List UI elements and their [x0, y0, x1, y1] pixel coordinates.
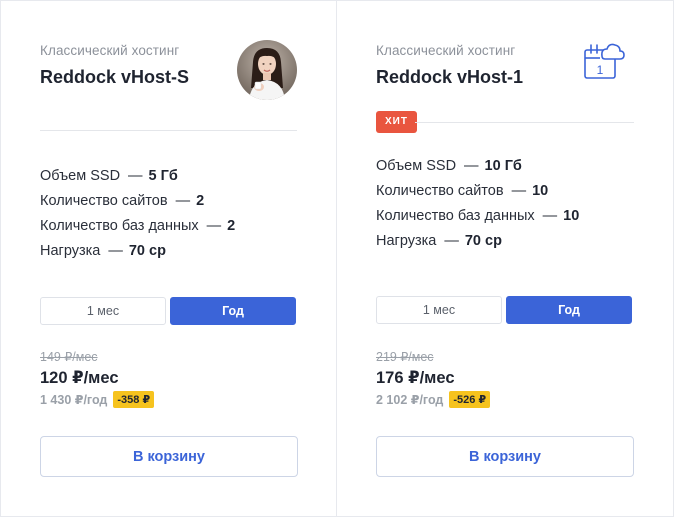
discount-badge: -358 ₽ [113, 391, 155, 408]
hit-badge: ХИТ [376, 111, 417, 133]
spec-ssd: Объем SSD —10 Гб [376, 158, 522, 174]
price-old: 149 ₽/мес [40, 350, 98, 364]
price-main: 120 ₽/мес [40, 369, 119, 387]
spec-load: Нагрузка —70 cp [40, 243, 166, 259]
spec-sites: Количество сайтов —2 [40, 193, 205, 209]
plan-category: Классический хостинг [40, 43, 180, 58]
spec-databases: Количество баз данных —10 [376, 208, 580, 224]
period-year-button[interactable]: Год [506, 296, 632, 324]
divider [415, 122, 634, 123]
plan-card-vhost-1: Классический хостинг Reddock vHost-1 1 Х… [337, 0, 674, 517]
price-year-row: 1 430 ₽/год -358 ₽ [40, 391, 155, 408]
period-switch: 1 мес Год [40, 297, 296, 325]
add-to-cart-button[interactable]: В корзину [376, 436, 634, 477]
calendar-day-number: 1 [597, 63, 604, 77]
period-year-button[interactable]: Год [170, 297, 296, 325]
spec-list: Объем SSD —10 Гб Количество сайтов —10 Кол… [376, 154, 579, 254]
plan-category: Классический хостинг [376, 43, 516, 58]
spec-load: Нагрузка —70 cp [376, 233, 502, 249]
spec-databases: Количество баз данных —2 [40, 218, 236, 234]
plan-name: Reddock vHost-S [40, 67, 190, 87]
add-to-cart-button[interactable]: В корзину [40, 436, 298, 477]
price-main: 176 ₽/мес [376, 369, 455, 387]
plan-name: Reddock vHost-1 [376, 67, 524, 87]
avatar-photo [237, 40, 297, 100]
divider [40, 130, 297, 131]
price-year: 1 430 ₽/год [40, 393, 108, 407]
price-old: 219 ₽/мес [376, 350, 434, 364]
calendar-cloud-icon: 1 [580, 38, 626, 84]
period-month-button[interactable]: 1 мес [376, 296, 502, 324]
spec-ssd: Объем SSD —5 Гб [40, 168, 178, 184]
period-month-button[interactable]: 1 мес [40, 297, 166, 325]
discount-badge: -526 ₽ [449, 391, 491, 408]
price-year: 2 102 ₽/год [376, 393, 444, 407]
spec-list: Объем SSD —5 Гб Количество сайтов —2 Колич… [40, 164, 235, 264]
period-switch: 1 мес Год [376, 296, 632, 324]
pricing-cards: Классический хостинг Reddock vHost-S Объ… [0, 0, 674, 517]
price-year-row: 2 102 ₽/год -526 ₽ [376, 391, 491, 408]
avatar [237, 40, 297, 100]
spec-sites: Количество сайтов —10 [376, 183, 549, 199]
plan-card-vhost-s: Классический хостинг Reddock vHost-S Объ… [0, 0, 337, 517]
